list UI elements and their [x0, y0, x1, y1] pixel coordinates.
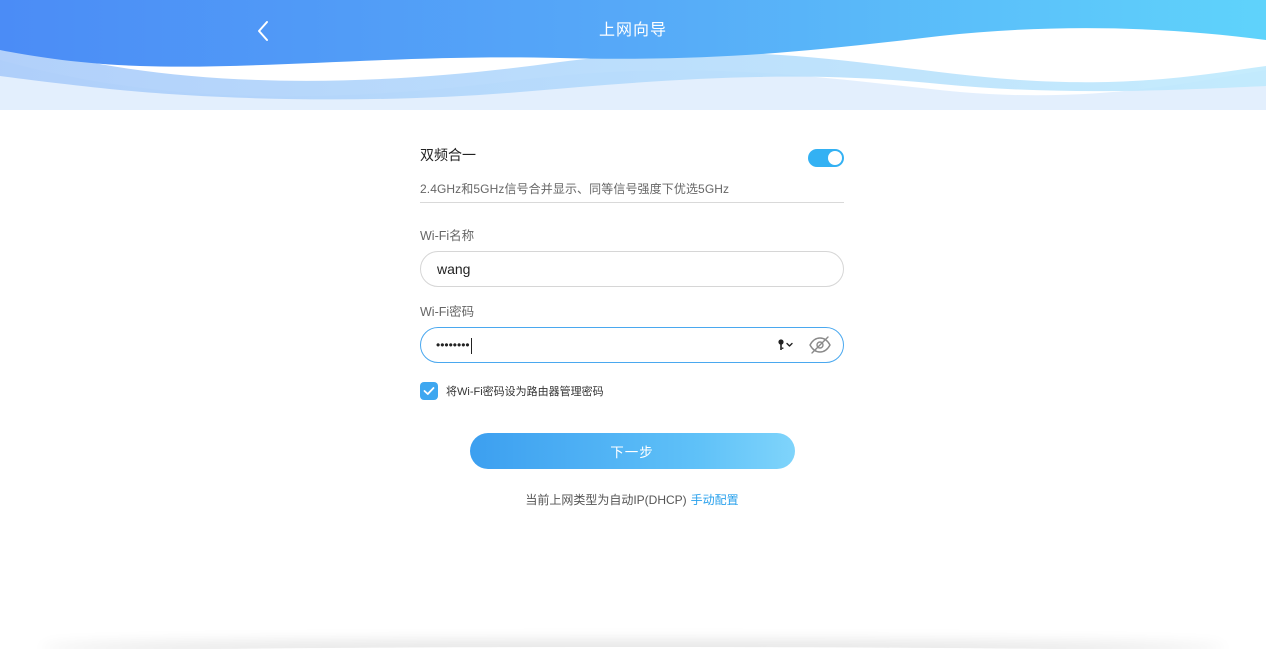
checkmark-icon	[423, 387, 435, 395]
admin-password-checkbox[interactable]	[420, 382, 438, 400]
connection-type-info: 当前上网类型为自动IP(DHCP) 手动配置	[420, 491, 844, 508]
dual-band-toggle[interactable]	[808, 149, 844, 167]
toggle-knob	[828, 151, 842, 165]
password-manager-key-icon[interactable]	[776, 337, 796, 353]
connection-type-text: 当前上网类型为自动IP(DHCP)	[525, 493, 687, 507]
wifi-name-field-wrap	[420, 251, 844, 287]
admin-password-label: 将Wi-Fi密码设为路由器管理密码	[446, 386, 604, 398]
dual-band-label: 双频合一	[420, 148, 476, 164]
text-caret	[470, 337, 472, 354]
page-title: 上网向导	[598, 20, 667, 39]
next-step-button[interactable]: 下一步	[469, 433, 795, 469]
wifi-name-input[interactable]	[420, 251, 844, 287]
wizard-page: 上网向导 双频合一 2.4GHz和5GHz信号合并显示、同等信号强度下优选5GH…	[0, 0, 1266, 649]
manual-config-link[interactable]: 手动配置	[691, 493, 739, 507]
admin-password-option: 将Wi-Fi密码设为路由器管理密码	[420, 381, 844, 401]
dual-band-row: 双频合一	[420, 140, 844, 176]
header-banner: 上网向导	[0, 0, 1266, 110]
password-mask: ••••••••	[436, 338, 470, 352]
wifi-password-value: ••••••••	[436, 336, 472, 354]
wifi-setup-form: 双频合一 2.4GHz和5GHz信号合并显示、同等信号强度下优选5GHz Wi-…	[420, 140, 844, 508]
eye-hidden-icon[interactable]	[808, 335, 832, 355]
wifi-name-label: Wi-Fi名称	[420, 229, 475, 243]
wifi-password-label: Wi-Fi密码	[420, 305, 475, 319]
dual-band-description: 2.4GHz和5GHz信号合并显示、同等信号强度下优选5GHz	[420, 180, 844, 203]
wifi-password-field-wrap: ••••••••	[420, 327, 844, 363]
